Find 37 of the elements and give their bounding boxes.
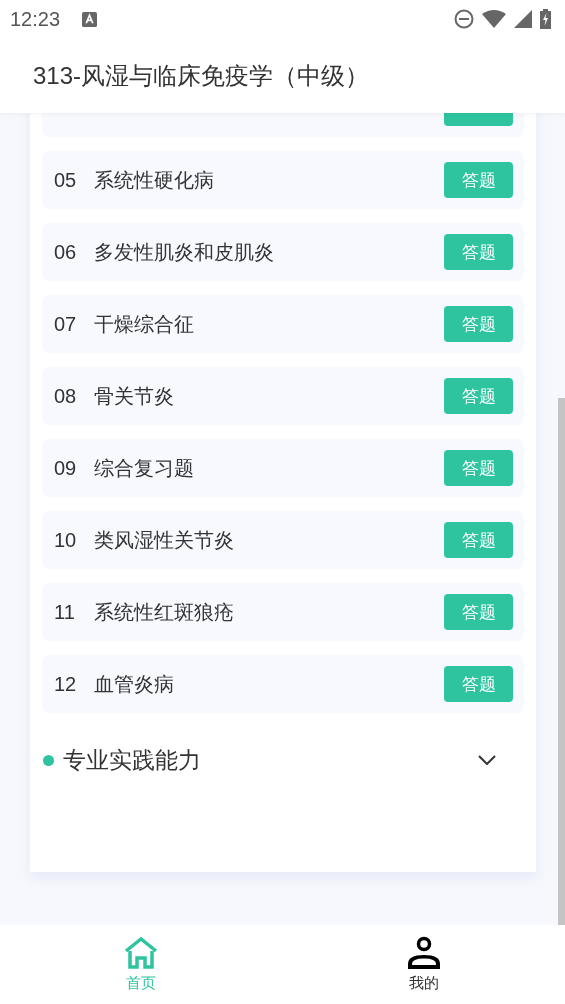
chapter-title: 系统性红斑狼疮 — [94, 598, 235, 626]
chapter-number: 05 — [54, 168, 78, 192]
do-not-disturb-icon — [454, 9, 474, 29]
section-title[interactable]: 专业实践能力 — [63, 744, 478, 776]
wifi-icon — [482, 10, 506, 28]
chevron-down-icon[interactable] — [478, 755, 496, 765]
chapter-number: 11 — [54, 600, 76, 624]
chapter-title: 骨关节炎 — [94, 382, 175, 410]
chapter-row[interactable]: 12 血管炎病 答题 — [42, 655, 524, 713]
chapter-title: 系统性硬化病 — [94, 166, 215, 194]
chapter-number: 07 — [54, 312, 78, 336]
chapter-row[interactable]: 08 骨关节炎 答题 — [42, 367, 524, 425]
nav-tab[interactable]: 我的 — [282, 925, 565, 1004]
chapter-row[interactable]: 10 类风湿性关节炎 答题 — [42, 511, 524, 569]
chapter-row[interactable]: 06 多发性肌炎和皮肌炎 答题 — [42, 223, 524, 281]
chapter-row[interactable]: 05 系统性硬化病 答题 — [42, 151, 524, 209]
chapter-number: 09 — [54, 456, 78, 480]
bullet-dot — [43, 754, 54, 766]
chapter-number: 12 — [54, 672, 78, 696]
chapter-row[interactable]: 11 系统性红斑狼疮 答题 — [42, 583, 524, 641]
chapter-number: 10 — [54, 528, 78, 552]
chapter-number: 08 — [54, 384, 78, 408]
clock: 12:23 — [10, 7, 61, 31]
chapter-title: 干燥综合征 — [94, 310, 195, 338]
chapter-title: 血管炎病 — [94, 670, 175, 698]
chapter-row[interactable]: 07 干燥综合征 答题 — [42, 295, 524, 353]
chapter-number: 06 — [54, 240, 78, 264]
battery-icon — [540, 9, 551, 29]
page-title: 313-风湿与临床免疫学（中级） — [33, 60, 370, 91]
chapter-title: 多发性肌炎和皮肌炎 — [94, 238, 275, 266]
signal-icon — [514, 10, 532, 28]
chapter-title: 类风湿性关节炎 — [94, 526, 235, 554]
notification-icon — [82, 11, 98, 27]
person-icon — [405, 936, 442, 970]
chapter-title: 综合复习题 — [94, 454, 195, 482]
chapter-row[interactable]: 09 综合复习题 答题 — [42, 439, 524, 497]
home-icon — [123, 936, 160, 970]
